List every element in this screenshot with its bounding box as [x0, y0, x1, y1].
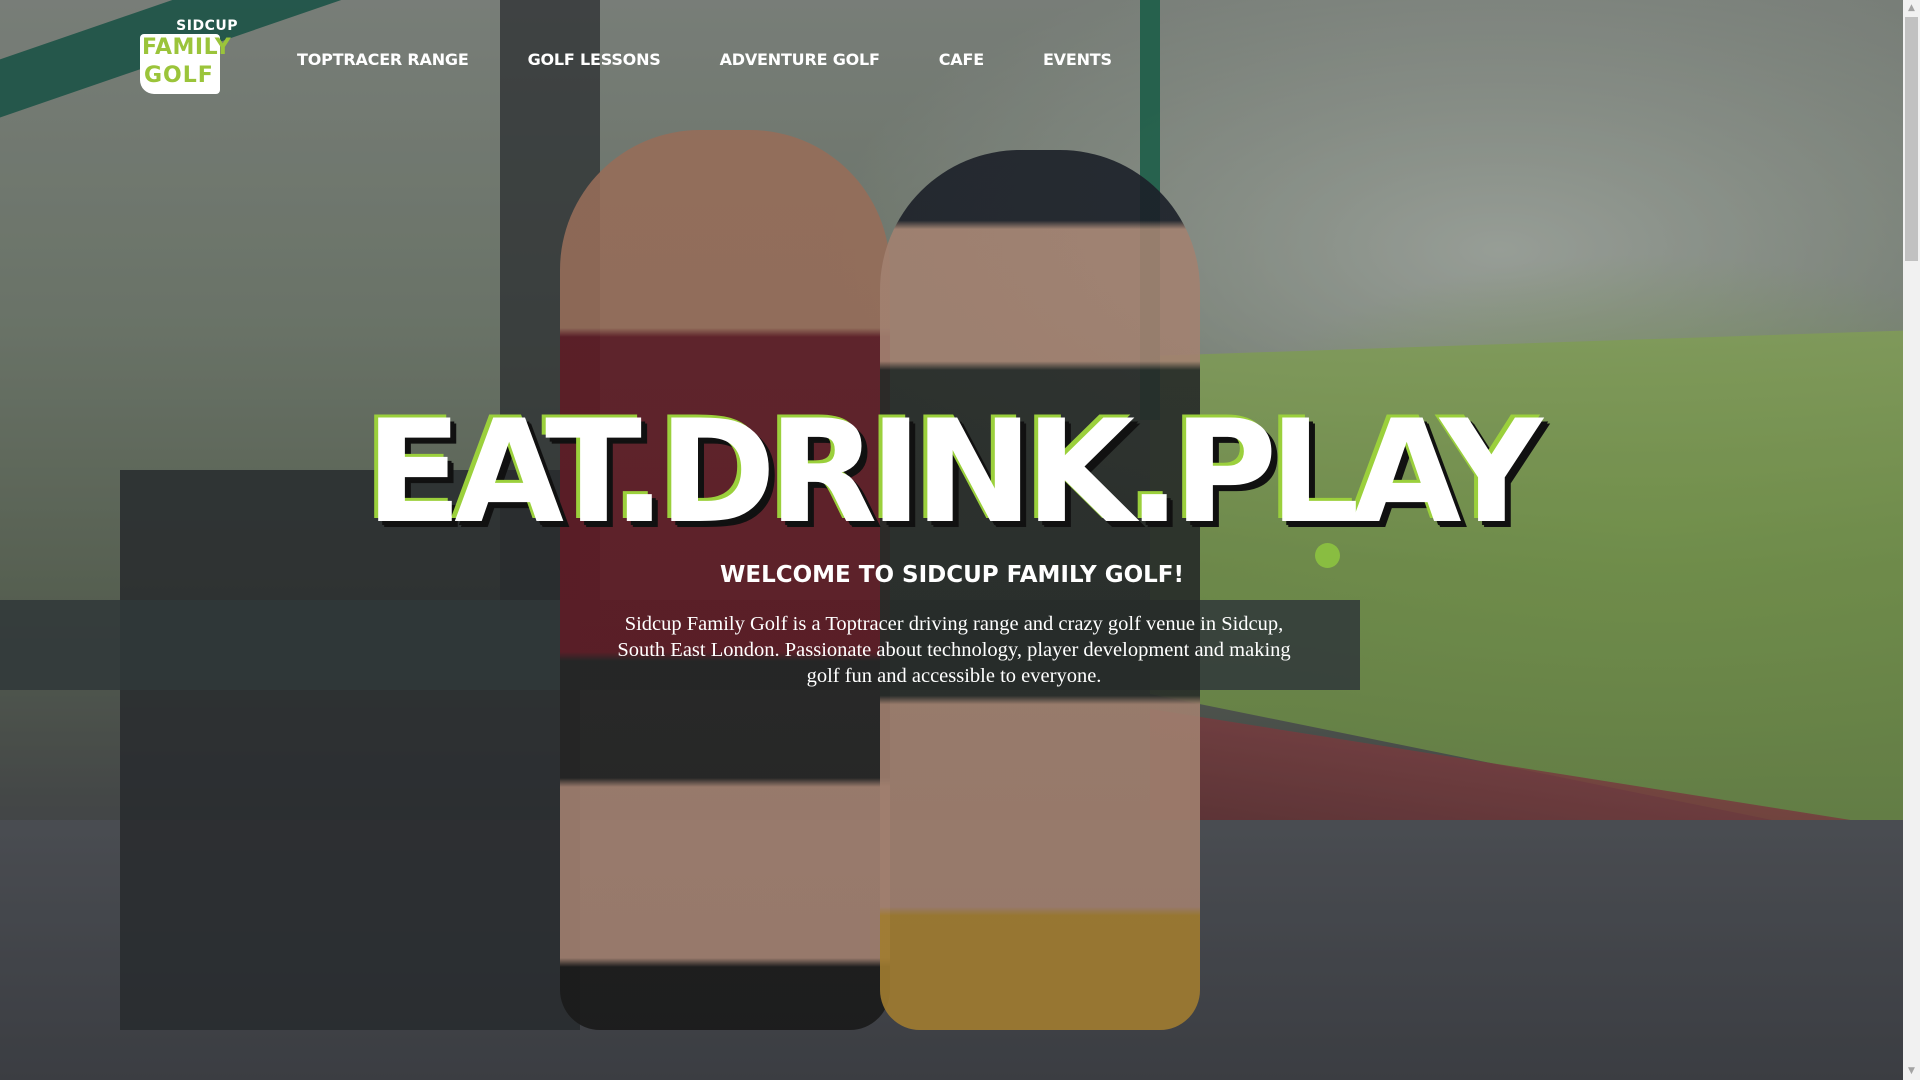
nav-events[interactable]: EVENTS: [1043, 50, 1112, 69]
logo-top-text: SIDCUP: [176, 18, 238, 34]
site-logo[interactable]: SIDCUP FAMILY GOLF: [140, 18, 240, 94]
nav-toptracer-range[interactable]: TOPTRACER RANGE: [297, 50, 469, 69]
hero-description: Sidcup Family Golf is a Toptracer drivin…: [617, 613, 1291, 687]
nav-adventure-golf[interactable]: ADVENTURE GOLF: [720, 50, 880, 69]
nav-cafe[interactable]: CAFE: [939, 50, 984, 69]
scroll-up-arrow-icon[interactable]: ▲: [1903, 0, 1920, 17]
scroll-down-arrow-icon[interactable]: ▼: [1903, 1063, 1920, 1080]
logo-golf-text: GOLF: [144, 63, 214, 88]
logo-family-text: FAMILY: [142, 35, 232, 60]
page-scrollbar[interactable]: ▲ ▼: [1903, 0, 1920, 1080]
main-nav: TOPTRACER RANGE GOLF LESSONS ADVENTURE G…: [297, 48, 1171, 70]
hero-title: EAT.DRINK.PLAY: [365, 390, 1543, 555]
scrollbar-thumb[interactable]: [1905, 17, 1918, 261]
hero-subtitle: WELCOME TO SIDCUP FAMILY GOLF!: [720, 562, 1184, 588]
nav-golf-lessons[interactable]: GOLF LESSONS: [528, 50, 661, 69]
page: SIDCUP FAMILY GOLF TOPTRACER RANGE GOLF …: [0, 0, 1920, 1080]
